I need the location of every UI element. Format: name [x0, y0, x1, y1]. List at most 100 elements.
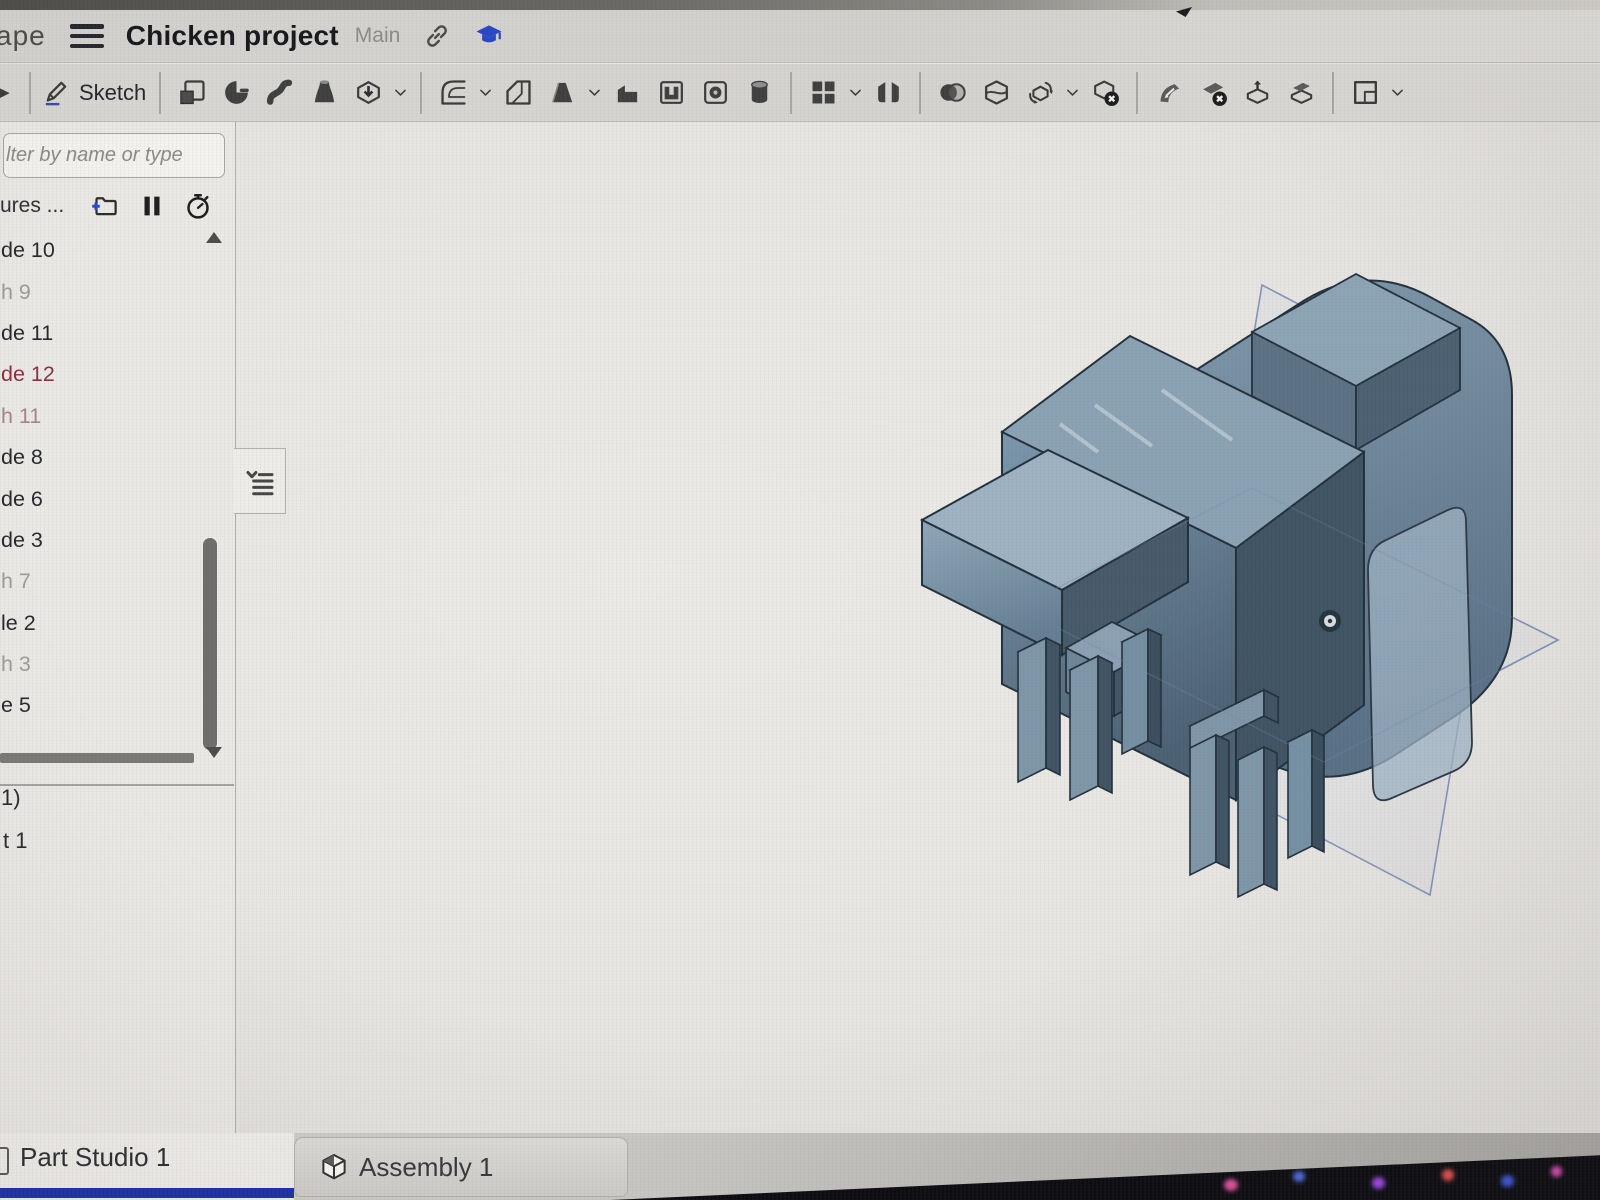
hamburger-menu-icon[interactable] [70, 24, 104, 48]
split-icon [981, 77, 1012, 108]
fillet-icon [438, 77, 469, 108]
part-studio-icon-partial [0, 1147, 9, 1175]
feature-list-item[interactable]: de 8 [0, 437, 200, 478]
toolbar-divider [159, 72, 161, 114]
parts-section-header: 1) [1, 778, 21, 818]
undo-arrow-icon [0, 77, 20, 108]
part-list-item[interactable]: t 1 [3, 821, 27, 861]
document-title: Chicken project [126, 20, 339, 52]
thicken-icon [353, 77, 384, 108]
3d-viewport[interactable] [0, 122, 1600, 1133]
stopwatch-icon[interactable] [181, 189, 215, 223]
feature-list-item[interactable]: le 2 [0, 603, 200, 644]
feature-list-collapse-toggle[interactable] [234, 448, 286, 514]
learning-center-icon[interactable] [474, 21, 504, 51]
sketch-pencil-label: Sketch [79, 80, 146, 106]
chevron-down-icon[interactable] [586, 84, 603, 101]
toolbar-divider [420, 72, 422, 114]
filter-input[interactable] [3, 133, 225, 178]
chevron-down-icon[interactable] [392, 84, 409, 101]
parts-section-divider [0, 784, 234, 786]
revolve-icon [221, 77, 252, 108]
chamfer-button[interactable] [496, 69, 540, 117]
rib-button[interactable] [605, 69, 649, 117]
fillet-button[interactable] [431, 69, 475, 117]
feature-toolbar: Sketch [0, 64, 1600, 122]
sketch-pencil-icon [40, 77, 71, 108]
feature-list-item[interactable]: h 11 [0, 396, 200, 437]
toolbar-divider [1136, 72, 1138, 114]
feature-list: de 10h 9de 11de 12h 11de 8de 6de 3h 7le … [0, 230, 200, 727]
tab-assembly[interactable]: Assembly 1 [294, 1137, 628, 1197]
sketch-pencil-button[interactable]: Sketch [40, 69, 150, 117]
document-bar: ape Chicken project Main [0, 10, 1600, 63]
draft-icon [547, 77, 578, 108]
split-button[interactable] [974, 69, 1018, 117]
delete-face-icon [1198, 77, 1229, 108]
draft-button[interactable] [540, 69, 584, 117]
chevron-down-icon[interactable] [847, 84, 864, 101]
extrude-icon [177, 77, 208, 108]
hole-button[interactable] [693, 69, 737, 117]
feature-list-item[interactable]: h 3 [0, 644, 200, 685]
workspace-name[interactable]: Main [355, 24, 401, 48]
linear-pattern-button[interactable] [801, 69, 845, 117]
toolbar-divider [790, 72, 792, 114]
mirror-icon [873, 77, 904, 108]
scroll-down-arrow[interactable] [206, 747, 222, 758]
feature-list-item[interactable]: de 10 [0, 230, 200, 271]
feature-list-item[interactable]: e 5 [0, 685, 200, 726]
tab-part-studio-label: Part Studio 1 [20, 1142, 170, 1173]
onshape-logo-partial: ape [0, 20, 46, 52]
chevron-down-icon[interactable] [1064, 84, 1081, 101]
screen-top-edge [0, 0, 1600, 10]
delete-face-button[interactable] [1191, 69, 1235, 117]
surface-button[interactable] [1343, 69, 1387, 117]
active-tab-underline [0, 1188, 294, 1198]
move-face-button[interactable] [1235, 69, 1279, 117]
feature-list-item[interactable]: h 7 [0, 561, 200, 602]
chamfer-icon [503, 77, 534, 108]
cylinder-button[interactable] [737, 69, 781, 117]
vertical-scrollbar-thumb[interactable] [203, 538, 217, 750]
delete-part-button[interactable] [1083, 69, 1127, 117]
feature-list-item[interactable]: de 11 [0, 313, 200, 354]
sweep-button[interactable] [258, 69, 302, 117]
undo-arrow-button[interactable] [0, 69, 20, 117]
mirror-button[interactable] [866, 69, 910, 117]
list-collapse-icon [243, 464, 277, 498]
feature-list-item[interactable]: h 9 [0, 271, 200, 312]
replace-face-icon [1286, 77, 1317, 108]
surface-icon [1350, 77, 1381, 108]
linear-pattern-icon [808, 77, 839, 108]
feature-list-panel: ures ... de 10h 9de 11de 12h 11de 8de 6d… [0, 122, 236, 1151]
rib-icon [612, 77, 643, 108]
loft-button[interactable] [302, 69, 346, 117]
toolbar-divider [29, 72, 31, 114]
chevron-down-icon[interactable] [477, 84, 494, 101]
transform-button[interactable] [1018, 69, 1062, 117]
revolve-button[interactable] [214, 69, 258, 117]
shell-icon [656, 77, 687, 108]
thicken-button[interactable] [346, 69, 390, 117]
modify-fillet-button[interactable] [1147, 69, 1191, 117]
tab-part-studio[interactable]: Part Studio 1 [0, 1133, 294, 1200]
scroll-up-arrow[interactable] [206, 232, 222, 243]
features-header: ures ... [0, 186, 230, 226]
feature-list-item[interactable]: de 3 [0, 520, 200, 561]
feature-list-item[interactable]: de 6 [0, 478, 200, 519]
pause-icon[interactable] [135, 189, 169, 223]
chevron-down-icon[interactable] [1389, 84, 1406, 101]
feature-list-item[interactable]: de 12 [0, 354, 200, 395]
add-folder-icon[interactable] [87, 189, 121, 223]
boolean-button[interactable] [930, 69, 974, 117]
replace-face-button[interactable] [1279, 69, 1323, 117]
shell-button[interactable] [649, 69, 693, 117]
transform-icon [1025, 77, 1056, 108]
features-label: ures ... [0, 194, 64, 218]
horizontal-scrollbar[interactable] [0, 753, 194, 763]
modify-fillet-icon [1154, 77, 1185, 108]
share-link-icon[interactable] [422, 21, 452, 51]
loft-icon [309, 77, 340, 108]
extrude-button[interactable] [170, 69, 214, 117]
